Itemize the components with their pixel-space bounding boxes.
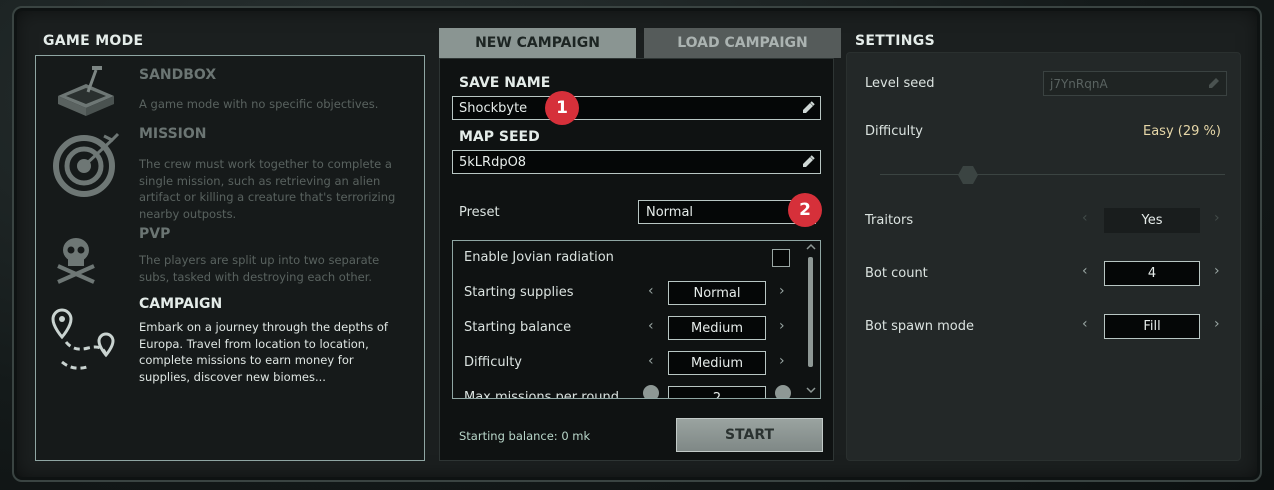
arrow-right-icon: ›: [1214, 210, 1220, 226]
tab-new-campaign[interactable]: NEW CAMPAIGN: [439, 28, 636, 58]
mode-title: MISSION: [139, 126, 207, 142]
plus-icon[interactable]: [775, 385, 791, 398]
settings-title: SETTINGS: [855, 33, 935, 49]
setting-row-balance: Starting balance ‹ Medium ›: [453, 313, 798, 343]
setting-row-missions: Max missions per round 2: [453, 383, 798, 399]
traitors-value: Yes: [1104, 208, 1200, 233]
mode-title: PVP: [139, 226, 171, 242]
save-name-value: Shockbyte: [459, 100, 528, 116]
map-seed-label: MAP SEED: [459, 129, 540, 145]
settings-panel: [846, 52, 1241, 461]
difficulty-slider-handle[interactable]: [957, 165, 979, 185]
mode-desc: The crew must work together to complete …: [139, 157, 396, 221]
map-seed-value: 5kLRdpO8: [459, 154, 527, 170]
arrow-left-icon[interactable]: ‹: [1082, 263, 1088, 279]
starting-balance-note: Starting balance: 0 mk: [459, 429, 591, 443]
map-seed-input[interactable]: 5kLRdpO8: [452, 150, 821, 174]
mode-desc: The players are split up into two separa…: [139, 253, 380, 284]
bot-count-value[interactable]: 4: [1104, 261, 1200, 286]
bot-count-label: Bot count: [865, 266, 928, 281]
skull-icon: [57, 238, 95, 284]
tab-load-campaign[interactable]: LOAD CAMPAIGN: [644, 28, 841, 58]
arrow-left-icon[interactable]: ‹: [648, 318, 654, 334]
setting-label: Max missions per round: [464, 390, 620, 399]
campaign-settings-list: Enable Jovian radiation Starting supplie…: [452, 240, 821, 399]
pencil-icon: [1209, 78, 1219, 88]
setting-value: 2: [668, 386, 766, 398]
setting-label: Difficulty: [464, 355, 522, 370]
save-name-label: SAVE NAME: [459, 75, 551, 91]
start-button[interactable]: START: [676, 418, 823, 452]
setting-value: Medium: [668, 316, 766, 340]
preset-value: Normal: [646, 204, 694, 220]
difficulty-value: Easy (29 %): [1143, 124, 1221, 139]
setting-label: Enable Jovian radiation: [464, 250, 614, 265]
sandbox-icon: [58, 66, 114, 116]
annotation-badge-1: 1: [545, 91, 579, 125]
jovian-radiation-checkbox[interactable]: [772, 249, 790, 267]
level-seed-value: j7YnRqnA: [1050, 76, 1108, 91]
mode-mission[interactable]: MISSION The crew must work together to c…: [36, 122, 424, 221]
arrow-left-icon[interactable]: ‹: [648, 353, 654, 369]
setting-row-supplies: Starting supplies ‹ Normal ›: [453, 278, 798, 308]
arrow-left-icon[interactable]: ‹: [1082, 316, 1088, 332]
game-mode-list: SANDBOX A game mode with no specific obj…: [35, 55, 425, 461]
mode-pvp[interactable]: PVP The players are split up into two se…: [36, 222, 424, 290]
mode-desc: Embark on a journey through the depths o…: [139, 320, 388, 384]
arrow-right-icon[interactable]: ›: [1214, 263, 1220, 279]
annotation-badge-2: 2: [788, 193, 822, 227]
setting-row-jovian: Enable Jovian radiation: [453, 243, 798, 273]
scrollbar[interactable]: [803, 241, 819, 398]
scroll-thumb[interactable]: [808, 257, 813, 367]
setting-value: Normal: [668, 281, 766, 305]
mode-sandbox[interactable]: SANDBOX A game mode with no specific obj…: [36, 56, 424, 116]
preset-label: Preset: [459, 205, 500, 220]
route-icon: [51, 308, 115, 370]
mode-campaign[interactable]: CAMPAIGN Embark on a journey through the…: [36, 294, 424, 388]
pencil-icon[interactable]: [800, 100, 816, 116]
traitors-label: Traitors: [865, 213, 914, 228]
chevron-down-icon[interactable]: [806, 386, 816, 394]
arrow-right-icon[interactable]: ›: [779, 318, 785, 334]
save-name-input[interactable]: Shockbyte: [452, 96, 821, 120]
setting-label: Starting supplies: [464, 285, 574, 300]
bot-spawn-label: Bot spawn mode: [865, 319, 974, 334]
setting-row-difficulty: Difficulty ‹ Medium ›: [453, 348, 798, 378]
setting-label: Starting balance: [464, 320, 572, 335]
mode-title: CAMPAIGN: [139, 296, 223, 312]
bot-spawn-value[interactable]: Fill: [1104, 314, 1200, 339]
level-seed-input: j7YnRqnA: [1043, 71, 1227, 96]
arrow-right-icon[interactable]: ›: [779, 283, 785, 299]
mode-desc: A game mode with no specific objectives.: [139, 97, 379, 111]
arrow-right-icon[interactable]: ›: [1214, 316, 1220, 332]
difficulty-label: Difficulty: [865, 124, 923, 139]
game-mode-title: GAME MODE: [43, 33, 144, 49]
minus-icon[interactable]: [643, 385, 659, 398]
arrow-left-icon: ‹: [1082, 210, 1088, 226]
setting-value: Medium: [668, 351, 766, 375]
target-icon: [53, 132, 120, 197]
level-seed-label: Level seed: [865, 76, 935, 91]
mode-title: SANDBOX: [139, 67, 217, 83]
difficulty-slider-track: [880, 174, 1225, 175]
arrow-left-icon[interactable]: ‹: [648, 283, 654, 299]
chevron-up-icon[interactable]: [806, 243, 816, 251]
arrow-right-icon[interactable]: ›: [779, 353, 785, 369]
pencil-icon[interactable]: [800, 154, 816, 170]
